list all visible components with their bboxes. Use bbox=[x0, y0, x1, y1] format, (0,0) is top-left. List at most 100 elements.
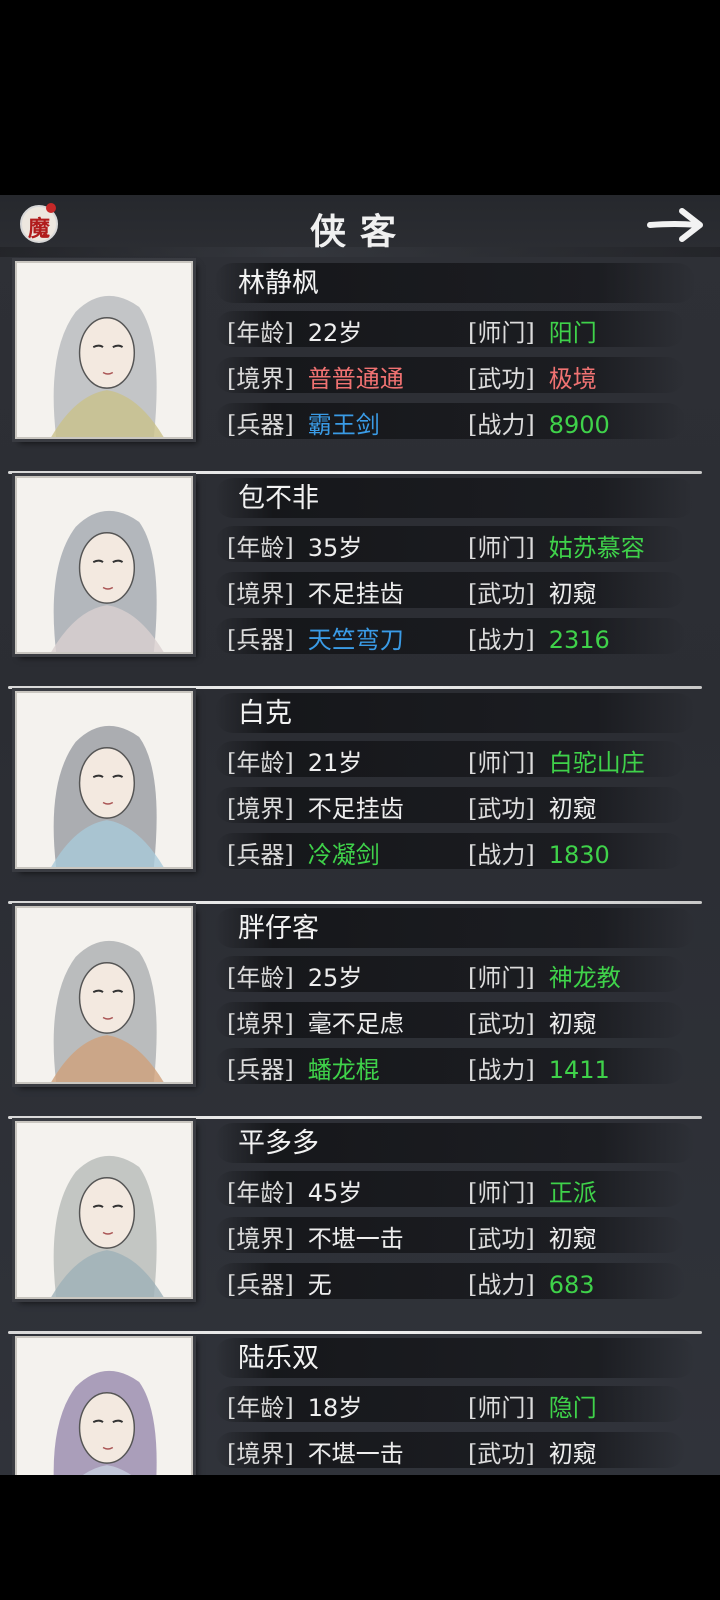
sect-label: [师门] bbox=[468, 319, 535, 347]
power-field: [战力] 8900 bbox=[468, 405, 610, 440]
kungfu-field: [武功] 初窥 bbox=[468, 1004, 597, 1039]
age-value: 18岁 bbox=[307, 1394, 363, 1422]
hero-card[interactable]: 陆乐双 [年龄]18岁 [师门]隐门 [境界]不堪一击 [武功]初窥 [兵器] … bbox=[0, 1336, 720, 1475]
power-value: 1411 bbox=[548, 1056, 610, 1084]
sect-value: 正派 bbox=[548, 1179, 597, 1207]
kungfu-label: [武功] bbox=[468, 795, 535, 823]
weapon-value: 霸王剑 bbox=[307, 411, 380, 439]
power-field: [战力] 683 bbox=[468, 1265, 595, 1300]
age-label: [年龄] bbox=[227, 534, 294, 562]
weapon-field: [兵器] 霸王剑 bbox=[227, 405, 380, 440]
hero-portrait[interactable] bbox=[15, 261, 193, 439]
power-label: [战力] bbox=[468, 1056, 535, 1084]
kungfu-label: [武功] bbox=[468, 365, 535, 393]
weapon-field: [兵器] 蟠龙棍 bbox=[227, 1050, 380, 1085]
realm-label: [境界] bbox=[227, 795, 294, 823]
hero-portrait[interactable] bbox=[15, 906, 193, 1084]
age-label: [年龄] bbox=[227, 749, 294, 777]
realm-field: [境界] 不足挂齿 bbox=[227, 574, 404, 609]
age-field: [年龄] 45岁 bbox=[227, 1173, 362, 1208]
realm-label: [境界] bbox=[227, 1440, 294, 1468]
hero-card[interactable]: 白克 [年龄] 21岁 [师门] 白驼山庄 [境界] 不足挂齿 [武功] 初窥 [兵器]… bbox=[0, 691, 720, 906]
weapon-label: [兵器] bbox=[227, 841, 294, 869]
realm-field: [境界] 不足挂齿 bbox=[227, 789, 404, 824]
realm-label: [境界] bbox=[227, 365, 294, 393]
sect-field: [师门] 正派 bbox=[468, 1173, 597, 1208]
kungfu-field: [武功] 初窥 bbox=[468, 789, 597, 824]
weapon-field: [兵器] 天竺弯刀 bbox=[227, 620, 404, 655]
age-label: [年龄] bbox=[227, 1394, 294, 1422]
power-label: [战力] bbox=[468, 626, 535, 654]
realm-value: 普普通通 bbox=[307, 365, 404, 393]
card-divider bbox=[8, 1116, 702, 1119]
kungfu-field: [武功] 初窥 bbox=[468, 1219, 597, 1254]
power-value: 683 bbox=[548, 1271, 595, 1299]
weapon-value: 蟠龙棍 bbox=[307, 1056, 380, 1084]
sect-label: [师门] bbox=[468, 964, 535, 992]
realm-value: 不足挂齿 bbox=[307, 580, 404, 608]
sect-field: [师门] 阳门 bbox=[468, 313, 597, 348]
arrow-right-icon[interactable] bbox=[646, 205, 706, 245]
age-label: [年龄] bbox=[227, 1179, 294, 1207]
sect-field: [师门] 神龙教 bbox=[468, 958, 621, 993]
weapon-value: 冷凝剑 bbox=[307, 841, 380, 869]
card-divider bbox=[8, 686, 702, 689]
hero-portrait[interactable] bbox=[15, 691, 193, 869]
kungfu-value: 初窥 bbox=[548, 1440, 597, 1468]
card-divider bbox=[8, 1331, 702, 1334]
header-divider bbox=[0, 247, 720, 257]
hero-card[interactable]: 胖仔客 [年龄] 25岁 [师门] 神龙教 [境界] 毫不足虑 [武功] 初窥 [兵器]… bbox=[0, 906, 720, 1121]
hero-portrait[interactable] bbox=[15, 1121, 193, 1299]
sect-field: [师门] 隐门 bbox=[468, 1388, 597, 1423]
sect-value: 白驼山庄 bbox=[548, 749, 645, 777]
sect-label: [师门] bbox=[468, 534, 535, 562]
hero-name: 胖仔客 bbox=[238, 913, 319, 944]
age-value: 45岁 bbox=[307, 1179, 363, 1207]
sect-label: [师门] bbox=[468, 749, 535, 777]
power-label: [战力] bbox=[468, 411, 535, 439]
hero-name: 平多多 bbox=[238, 1128, 319, 1159]
power-value: 2316 bbox=[548, 626, 610, 654]
realm-value: 不堪一击 bbox=[307, 1440, 404, 1468]
power-value: 1830 bbox=[548, 841, 610, 869]
system-nav-area bbox=[0, 1475, 720, 1600]
hero-card[interactable]: 平多多 [年龄] 45岁 [师门] 正派 [境界] 不堪一击 [武功] 初窥 [兵器] 无… bbox=[0, 1121, 720, 1336]
weapon-label: [兵器] bbox=[227, 626, 294, 654]
power-field: [战力] 2316 bbox=[468, 620, 610, 655]
age-field: [年龄] 18岁 bbox=[227, 1388, 362, 1423]
realm-field: [境界] 不堪一击 bbox=[227, 1219, 404, 1254]
power-label: [战力] bbox=[468, 1271, 535, 1299]
top-bar: 魔 侠客 bbox=[0, 195, 720, 257]
weapon-value: 天竺弯刀 bbox=[307, 626, 404, 654]
weapon-label: [兵器] bbox=[227, 411, 294, 439]
hero-name: 白克 bbox=[238, 698, 292, 729]
kungfu-label: [武功] bbox=[468, 580, 535, 608]
realm-label: [境界] bbox=[227, 1225, 294, 1253]
hero-portrait[interactable] bbox=[15, 1336, 193, 1475]
age-field: [年龄] 25岁 bbox=[227, 958, 362, 993]
weapon-label: [兵器] bbox=[227, 1056, 294, 1084]
weapon-field: [兵器] 无 bbox=[227, 1265, 332, 1300]
age-label: [年龄] bbox=[227, 319, 294, 347]
hero-portrait[interactable] bbox=[15, 476, 193, 654]
hero-card[interactable]: 林静枫 [年龄] 22岁 [师门] 阳门 [境界] 普普通通 [武功] 极境 [兵器] 霸… bbox=[0, 261, 720, 476]
realm-value: 毫不足虑 bbox=[307, 1010, 404, 1038]
kungfu-label: [武功] bbox=[468, 1440, 535, 1468]
sect-value: 神龙教 bbox=[548, 964, 621, 992]
kungfu-field: [武功] 初窥 bbox=[468, 574, 597, 609]
age-label: [年龄] bbox=[227, 964, 294, 992]
sect-field: [师门] 姑苏慕容 bbox=[468, 528, 645, 563]
weapon-label: [兵器] bbox=[227, 1271, 294, 1299]
power-field: [战力] 1411 bbox=[468, 1050, 610, 1085]
card-divider bbox=[8, 471, 702, 474]
sect-field: [师门] 白驼山庄 bbox=[468, 743, 645, 778]
hero-name: 林静枫 bbox=[238, 268, 319, 299]
sect-value: 隐门 bbox=[548, 1394, 597, 1422]
realm-field: [境界] 普普通通 bbox=[227, 359, 404, 394]
kungfu-field: [武功] 极境 bbox=[468, 359, 597, 394]
sect-value: 阳门 bbox=[548, 319, 597, 347]
realm-value: 不堪一击 bbox=[307, 1225, 404, 1253]
age-field: [年龄] 21岁 bbox=[227, 743, 362, 778]
kungfu-value: 初窥 bbox=[548, 1010, 597, 1038]
hero-card[interactable]: 包不非 [年龄] 35岁 [师门] 姑苏慕容 [境界] 不足挂齿 [武功] 初窥 [兵器… bbox=[0, 476, 720, 691]
